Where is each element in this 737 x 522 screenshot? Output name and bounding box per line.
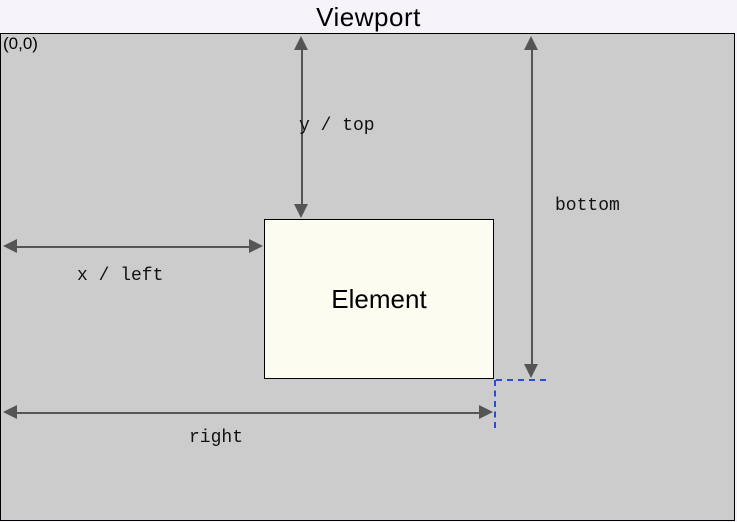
arrow-right [15,412,481,414]
label-y-top: y / top [299,116,375,136]
arrow-right-head-right [479,405,493,419]
page-title: Viewport [0,0,737,33]
guide-horizontal-dashed [496,379,546,381]
arrow-bottom-head-down [524,364,538,378]
arrow-right-head-left [3,405,17,419]
label-right: right [189,428,243,448]
viewport-box: (0,0) y / top bottom x / left right Elem… [0,33,735,521]
arrow-bottom [531,48,533,366]
arrow-y-top-head-up [294,36,308,50]
guide-vertical-dashed [494,380,496,428]
arrow-bottom-head-up [524,36,538,50]
element-box: Element [264,219,494,379]
arrow-x-left [15,246,251,248]
arrow-y-top-head-down [294,204,308,218]
arrow-x-left-head-left [3,239,17,253]
element-label: Element [331,284,426,315]
label-bottom: bottom [555,196,620,216]
arrow-x-left-head-right [249,239,263,253]
origin-label: (0,0) [3,34,38,54]
label-x-left: x / left [77,266,163,286]
